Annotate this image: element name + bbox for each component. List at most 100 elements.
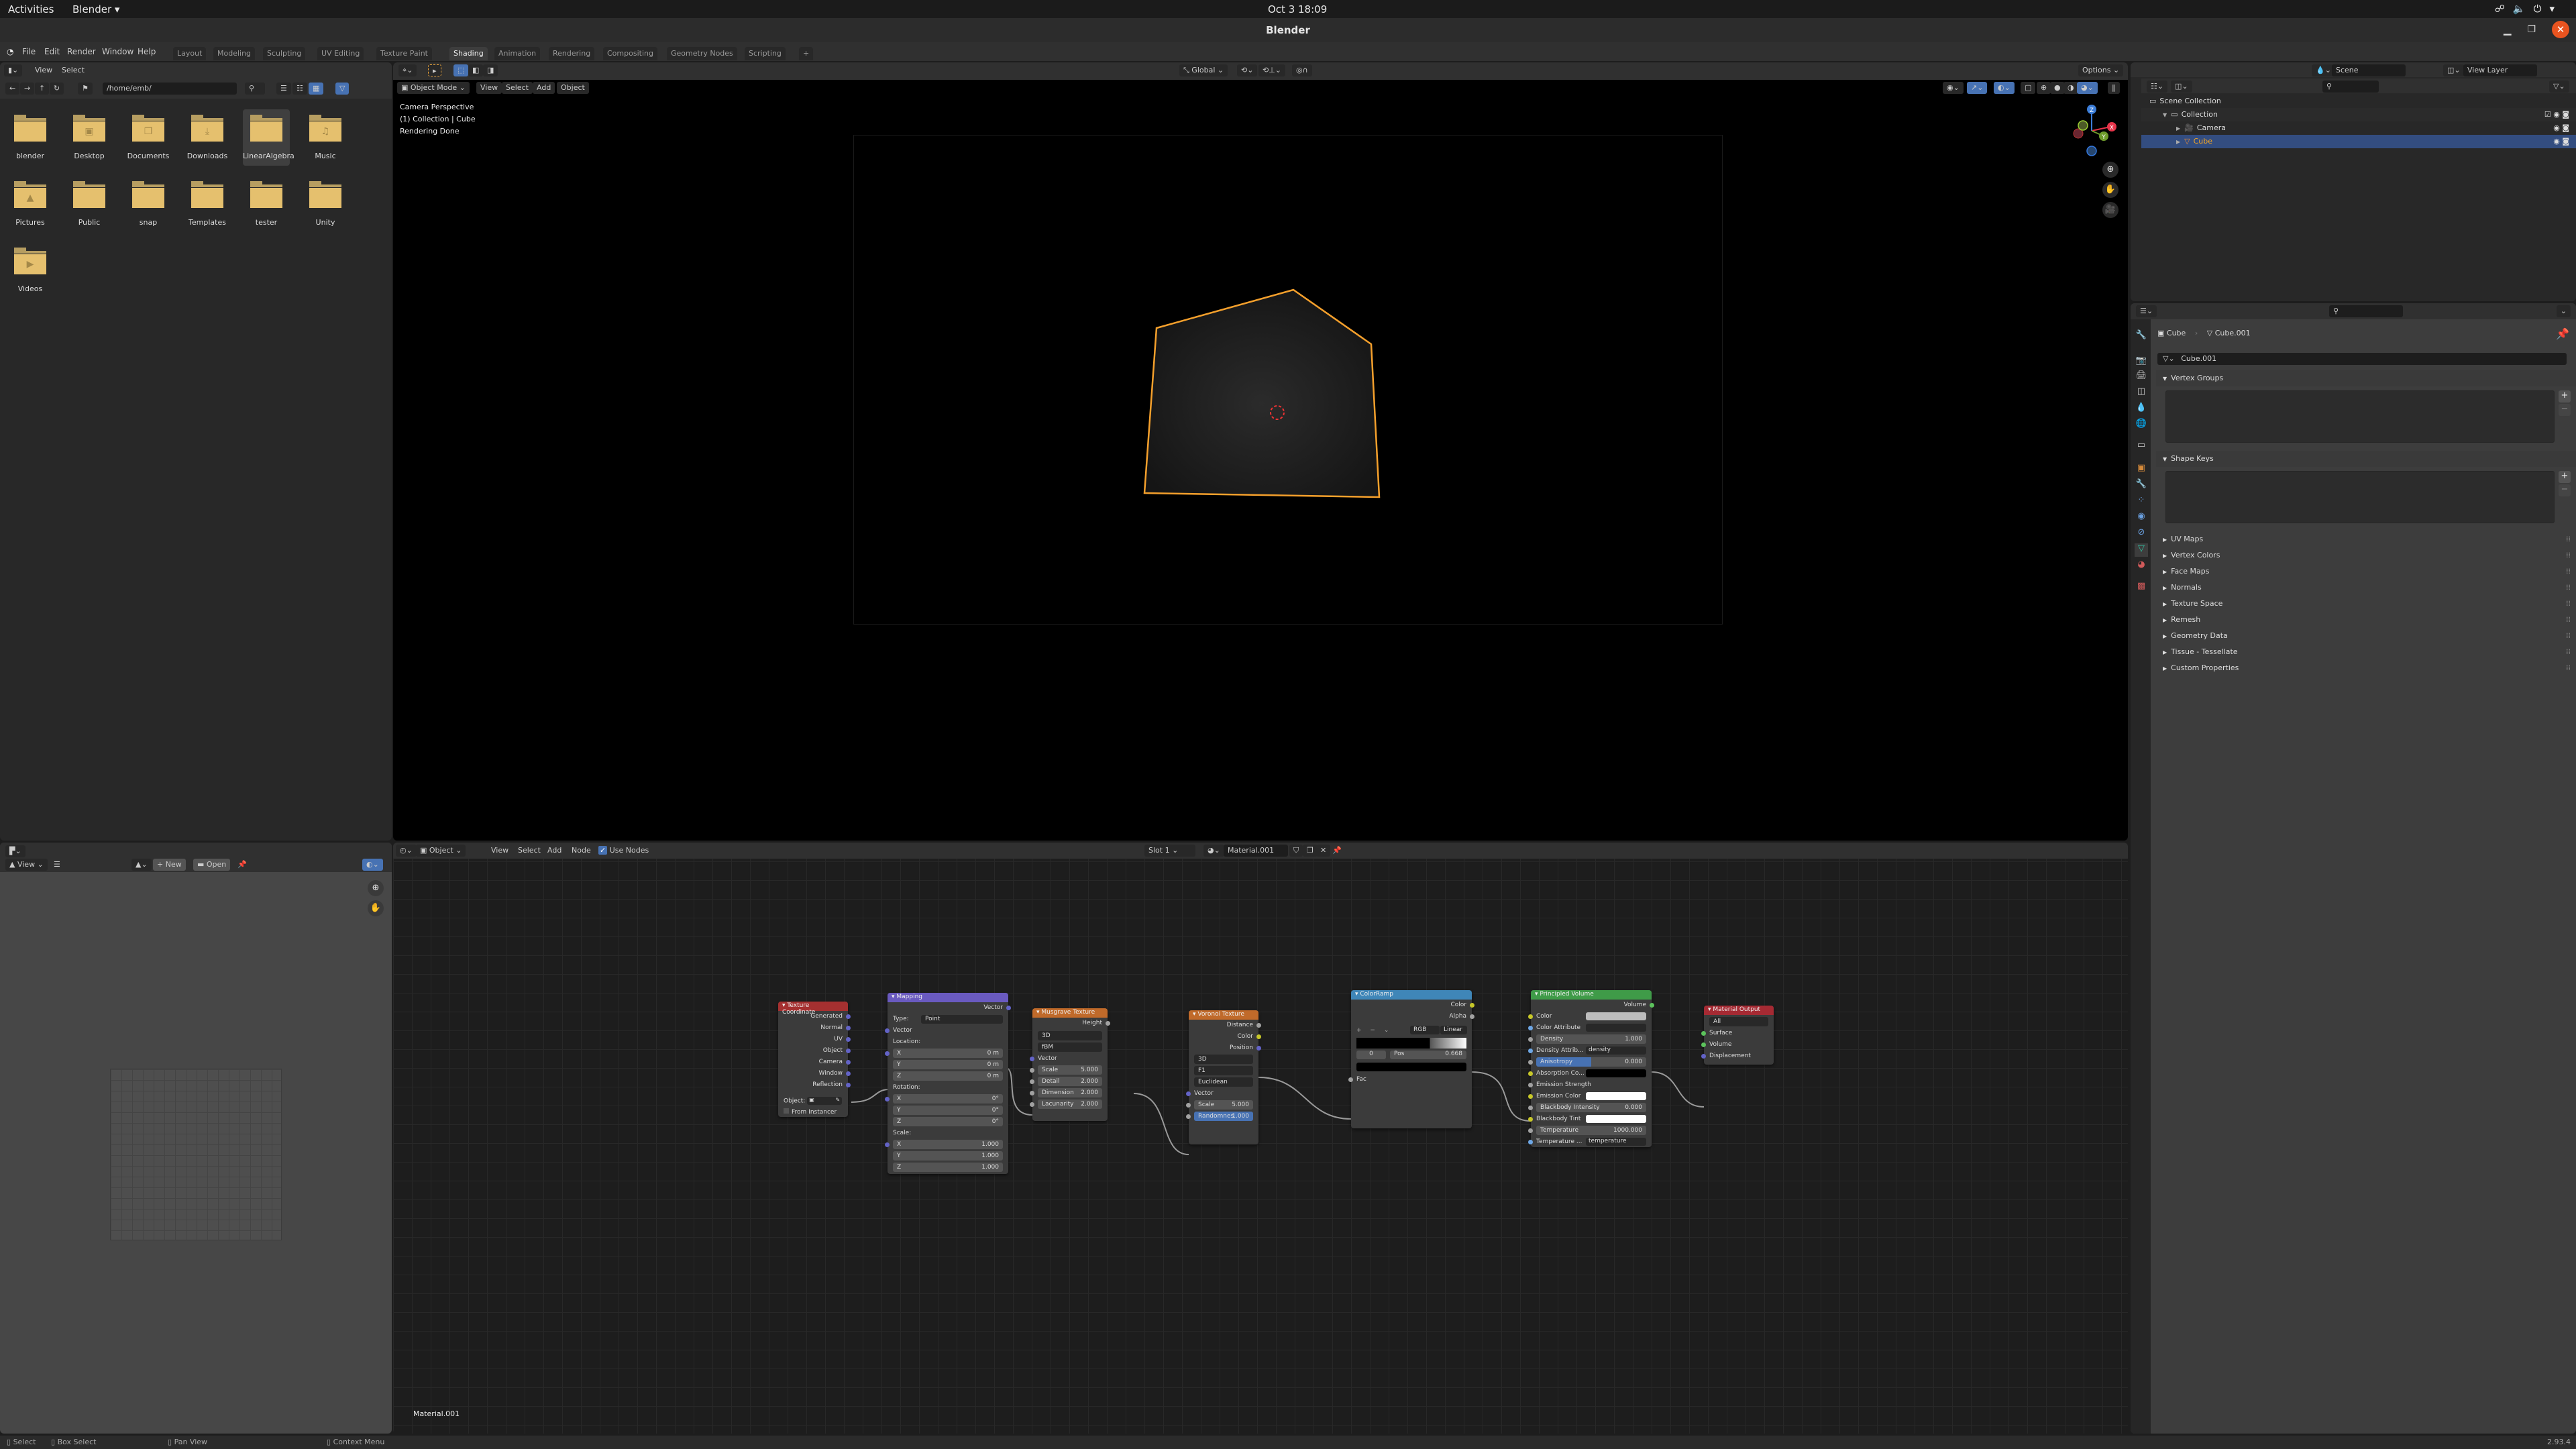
properties-options-icon[interactable]: ⌄	[2556, 305, 2571, 317]
socket-output[interactable]: Camera	[778, 1057, 851, 1068]
filter-icon[interactable]: ▽	[335, 83, 350, 95]
folder-item[interactable]: Public	[66, 176, 113, 232]
nav-parent-button[interactable]: ↑	[35, 83, 50, 95]
folder-item[interactable]: ♫ Music	[302, 109, 349, 166]
select-tool-icon[interactable]: ▸	[428, 64, 441, 76]
mapping-rotation-field[interactable]: Y 0°	[888, 1105, 1008, 1116]
outliner-view-layer-icon[interactable]: ◫⌄	[2171, 80, 2192, 93]
vp-menu-select[interactable]: Select	[502, 82, 533, 94]
menu-help[interactable]: Help	[138, 47, 156, 56]
volume-input-row[interactable]: Density Attrib... density	[1528, 1045, 1652, 1057]
volume-input-row[interactable]: Density 1.000	[1528, 1034, 1652, 1045]
shader-node-editor[interactable]: ◴⌄ ▣ Object ⌄ View Select Add Node ✓ Use…	[393, 843, 2128, 1434]
color-swatch[interactable]	[1586, 1012, 1646, 1020]
fb-menu-select[interactable]: Select	[62, 66, 85, 74]
workspace-tab-uv-editing[interactable]: UV Editing	[317, 47, 364, 60]
system-tray[interactable]: ☍🔈⏻▾	[2495, 3, 2563, 15]
mapping-location-field[interactable]: Y0 m	[888, 1059, 1008, 1071]
folder-item[interactable]: LinearAlgebra	[243, 109, 294, 166]
socket-output[interactable]: UV	[778, 1034, 851, 1045]
node-material-output[interactable]: ▾ Material Output All Surface Volume Displ…	[1701, 1006, 1774, 1065]
socket-output[interactable]: Object	[778, 1045, 851, 1057]
display-list-button[interactable]: ☰	[276, 83, 291, 95]
select-mode-subtract-icon[interactable]: ◨	[483, 64, 498, 76]
stop-index-field[interactable]: 0	[1356, 1051, 1386, 1059]
mesh-data-tab-icon[interactable]: ▽	[2135, 543, 2148, 557]
socket-output[interactable]: Window	[778, 1068, 851, 1079]
mapping-scale-field[interactable]: Y 1.000	[888, 1150, 1008, 1162]
workspace-tab-texture-paint[interactable]: Texture Paint	[376, 47, 432, 60]
mapping-scale-field[interactable]: Z 1.000	[888, 1162, 1008, 1173]
workspace-tab-animation[interactable]: Animation	[494, 47, 541, 60]
pin-icon[interactable]: 📌	[2556, 327, 2569, 340]
image-view-menu[interactable]: ▲ View ⌄	[5, 859, 48, 871]
socket-output[interactable]: Reflection	[778, 1079, 851, 1091]
from-instancer-checkbox[interactable]: From Instancer	[778, 1106, 848, 1118]
color-swatch[interactable]	[1586, 1092, 1646, 1100]
orientation-dropdown[interactable]: ⤡ Global ⌄	[1179, 64, 1228, 76]
volume-input-row[interactable]: Absorption Co...	[1528, 1068, 1652, 1079]
clock[interactable]: Oct 3 18:09	[1268, 3, 1327, 15]
scene-tab-icon[interactable]: 💧	[2135, 402, 2148, 416]
mesh-name-field[interactable]: ▽⌄ Cube.001	[2157, 353, 2567, 365]
fb-menu-view[interactable]: View	[35, 66, 52, 74]
socket-output[interactable]: Distance	[1189, 1020, 1261, 1031]
musgrave-field[interactable]: Detail 2.000	[1030, 1076, 1108, 1087]
display-thumb-list-button[interactable]: ☷	[292, 83, 307, 95]
pivot-point-icon[interactable]: ⟲⌄	[1237, 64, 1258, 76]
panel-header-geometry-data[interactable]: ▶ Geometry Data ⁞⁞	[2156, 628, 2576, 644]
object-picker-field[interactable]: ▣ ✎	[807, 1097, 843, 1105]
image-editor-type-icon[interactable]: ▛⌄	[5, 845, 25, 857]
folder-item[interactable]: ▲ Pictures	[7, 176, 54, 232]
hamburger-menu-icon[interactable]: ☰	[54, 860, 60, 869]
mapping-rotation-field[interactable]: Z 0°	[888, 1116, 1008, 1128]
open-image-button[interactable]: ▬ Open	[193, 859, 231, 871]
select-mode-extend-icon[interactable]: ◧	[468, 64, 484, 76]
panel-header-texture-space[interactable]: ▶ Texture Space ⁞⁞	[2156, 596, 2576, 612]
panel-header-uv-maps[interactable]: ▶ UV Maps ⁞⁞	[2156, 531, 2576, 547]
panel-header-normals[interactable]: ▶ Normals ⁞⁞	[2156, 580, 2576, 596]
expand-arrow-icon[interactable]: ▶	[2176, 139, 2180, 145]
shading-solid-icon[interactable]: ●	[2050, 82, 2065, 94]
blender-logo-icon[interactable]: ◔	[7, 47, 13, 56]
navigation-gizmo[interactable]: Z X Y	[2063, 97, 2124, 164]
mapping-scale-field[interactable]: X 1.000	[888, 1139, 1008, 1150]
volume-input-row[interactable]: Emission Color	[1528, 1091, 1652, 1102]
panel-header-tissue-tessellate[interactable]: ▶ Tissue - Tessellate ⁞⁞	[2156, 644, 2576, 660]
workspace-tab-add[interactable]: +	[799, 47, 814, 60]
workspace-tab-shading[interactable]: Shading	[449, 47, 488, 60]
folder-item[interactable]: Unity	[302, 176, 349, 232]
volume-input-row[interactable]: Color	[1528, 1011, 1652, 1022]
sidebar-toggle-icon[interactable]: ‖	[2108, 82, 2120, 94]
workspace-tab-compositing[interactable]: Compositing	[603, 47, 657, 60]
node-principled-volume[interactable]: ▾ Principled Volume Volume Color Color At…	[1528, 990, 1654, 1147]
socket-input[interactable]: Surface	[1701, 1028, 1774, 1039]
tool-tab-icon[interactable]: 🔧	[2135, 330, 2148, 343]
voronoi-dropdown[interactable]: 3D	[1194, 1055, 1253, 1064]
attribute-field[interactable]: density	[1586, 1046, 1646, 1055]
volume-input-row[interactable]: Blackbody Intensity 0.000	[1528, 1102, 1652, 1114]
minimize-button[interactable]: ▁	[2504, 23, 2512, 36]
volume-input-row[interactable]: Emission Strength	[1528, 1079, 1652, 1091]
visibility-toggle-icons[interactable]: ◉ ◙	[2553, 123, 2569, 132]
volume-input-row[interactable]: Anisotropy 0.000	[1528, 1057, 1652, 1068]
display-thumbnails-button[interactable]: ▦	[309, 83, 324, 95]
remove-item-button[interactable]: −	[2559, 484, 2571, 496]
material-tab-icon[interactable]: ◕	[2135, 559, 2148, 573]
folder-item[interactable]: Templates	[184, 176, 231, 232]
zoom-view-icon[interactable]: ⊕	[2102, 162, 2118, 178]
collection-tab-icon[interactable]: ▭	[2135, 440, 2148, 453]
folder-item[interactable]: ⤓ Downloads	[184, 109, 231, 166]
image-pan-icon[interactable]: ✋	[368, 900, 384, 916]
color-swatch[interactable]	[1586, 1115, 1646, 1123]
panel-list-box[interactable]	[2165, 390, 2555, 443]
view-layer-tab-icon[interactable]: ◫	[2135, 386, 2148, 400]
panel-list-box[interactable]	[2165, 471, 2555, 523]
xray-toggle-icon[interactable]: ▢	[2021, 82, 2036, 94]
stop-pos-field[interactable]: Pos 0.668	[1390, 1051, 1466, 1059]
pan-view-icon[interactable]: ✋	[2102, 182, 2118, 198]
constraints-tab-icon[interactable]: ⊘	[2135, 527, 2148, 541]
vp-menu-object[interactable]: Object	[557, 82, 589, 94]
workspace-tab-sculpting[interactable]: Sculpting	[263, 47, 306, 60]
output-target-dropdown[interactable]: All	[1709, 1017, 1768, 1026]
